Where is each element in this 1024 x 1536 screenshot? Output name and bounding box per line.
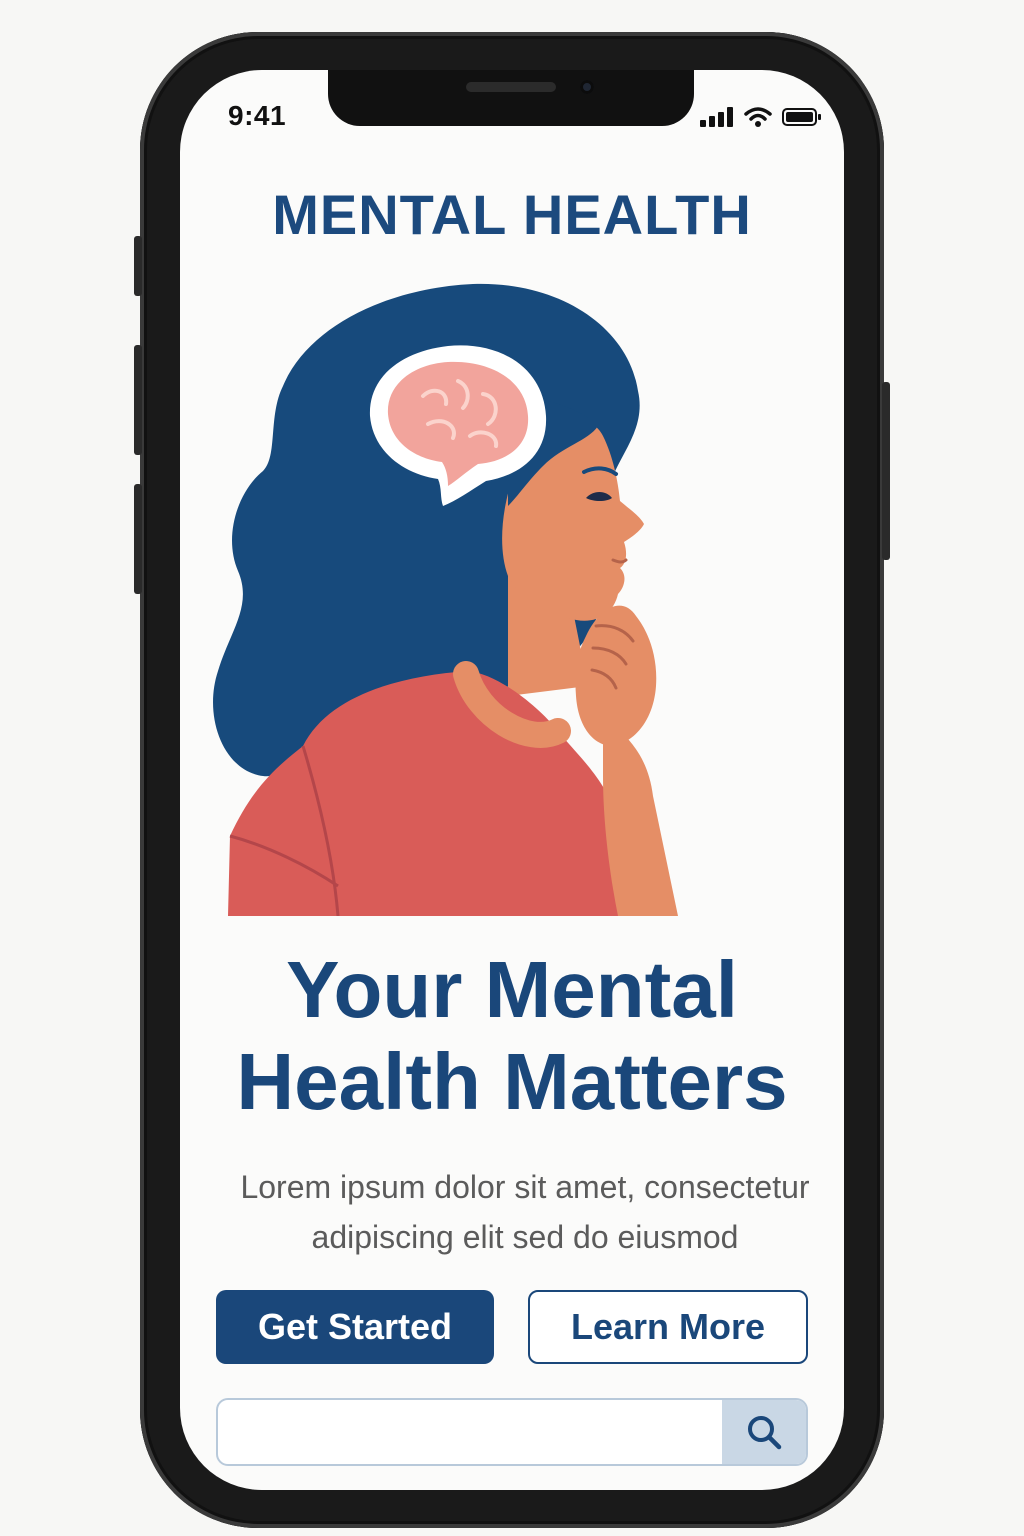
headline-line-2: Health Matters xyxy=(236,1037,788,1126)
search-icon xyxy=(748,1416,782,1450)
arm-shape xyxy=(603,716,678,916)
power-button xyxy=(882,382,890,560)
woman-thinking-brain-illustration xyxy=(213,283,678,916)
search-input[interactable] xyxy=(218,1400,722,1464)
subtitle-line-1: Lorem ipsum dolor sit amet, consectetur xyxy=(240,1169,810,1205)
notch xyxy=(328,70,694,126)
front-camera xyxy=(580,80,594,94)
volume-up-button xyxy=(134,345,142,455)
get-started-button[interactable]: Get Started xyxy=(216,1290,494,1364)
device-frame: 9:41 MENTAL HEALTH Your Mental Health Ma… xyxy=(0,0,1024,1536)
headline-line-1: Your Mental xyxy=(286,945,738,1034)
subtitle-line-2: adipiscing elit sed do eiusmod xyxy=(311,1219,739,1255)
hero-headline: Your Mental Health Matters xyxy=(180,944,844,1128)
search-bar xyxy=(216,1398,808,1466)
status-icons xyxy=(700,106,822,128)
hero-subtitle: Lorem ipsum dolor sit amet, consectetur … xyxy=(220,1162,830,1262)
earpiece-speaker xyxy=(466,82,556,92)
status-time: 9:41 xyxy=(228,100,287,131)
app-title: MENTAL HEALTH xyxy=(272,183,752,246)
wifi-icon xyxy=(744,107,772,127)
cellular-signal-icon xyxy=(700,107,733,127)
learn-more-button[interactable]: Learn More xyxy=(528,1290,808,1364)
mute-switch xyxy=(134,236,142,296)
battery-icon xyxy=(782,108,821,126)
search-button[interactable] xyxy=(722,1400,806,1464)
volume-down-button xyxy=(134,484,142,594)
phone-screen: 9:41 MENTAL HEALTH Your Mental Health Ma… xyxy=(180,70,844,1490)
